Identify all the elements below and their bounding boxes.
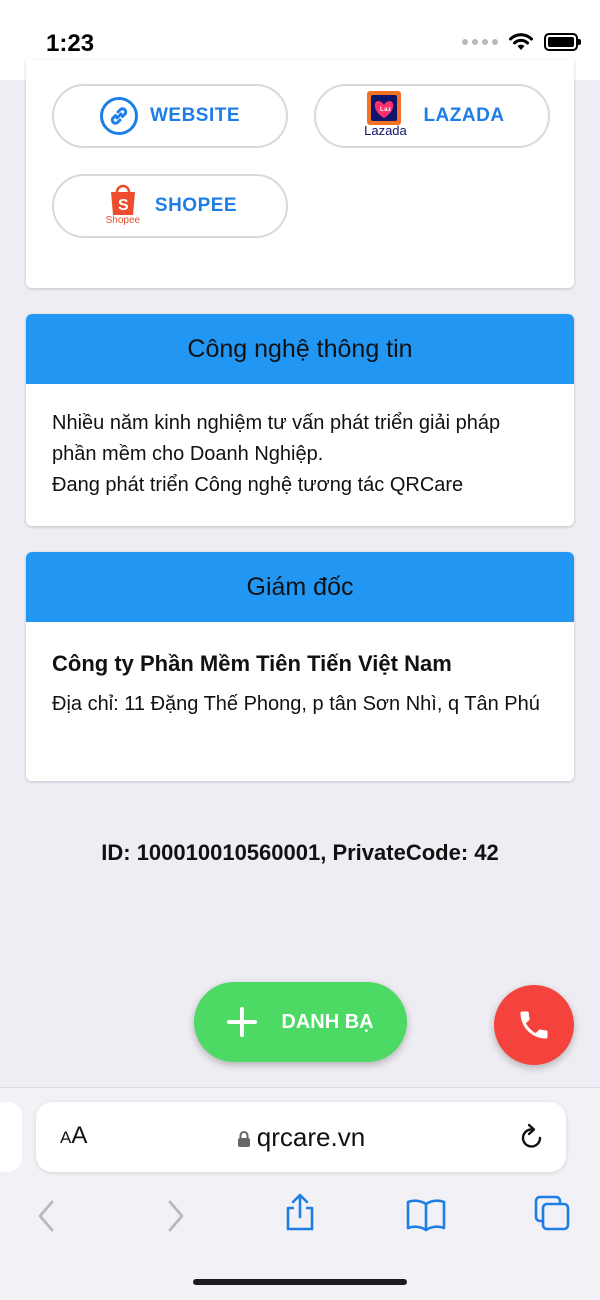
it-card: Công nghệ thông tin Nhiều năm kinh nghiệ… [26, 314, 574, 526]
browser-toolbar: AA qrcare.vn [0, 1087, 600, 1300]
call-button[interactable] [494, 985, 574, 1065]
it-card-body: Nhiều năm kinh nghiệm tư vấn phát triển … [26, 384, 574, 523]
home-indicator [193, 1279, 407, 1285]
it-card-description: Nhiều năm kinh nghiệm tư vấn phát triển … [52, 412, 501, 496]
lock-icon [237, 1131, 250, 1147]
tabs-icon[interactable] [533, 1194, 571, 1232]
forward-icon[interactable] [166, 1200, 186, 1232]
id-private-code: ID: 100010010560001, PrivateCode: 42 [101, 840, 499, 865]
wifi-icon [509, 33, 533, 50]
url-text: qrcare.vn [256, 1122, 366, 1152]
lazada-logo-icon: Laz Lazada [359, 91, 411, 141]
url-display: qrcare.vn [36, 1122, 566, 1153]
it-card-title: Công nghệ thông tin [26, 314, 574, 384]
links-card: WEBSITE Laz Lazada LAZADA S Shopee SHOPE… [26, 60, 574, 288]
website-button[interactable]: WEBSITE [52, 84, 288, 148]
add-contact-button[interactable]: DANH BẠ [194, 982, 407, 1062]
lazada-brand-text: Lazada [364, 123, 407, 138]
address-bar[interactable]: AA qrcare.vn [36, 1102, 566, 1172]
back-icon[interactable] [36, 1200, 56, 1232]
add-contact-label: DANH BẠ [281, 1010, 374, 1033]
website-label: WEBSITE [149, 105, 241, 126]
status-icons [462, 32, 581, 52]
reload-icon[interactable] [518, 1122, 546, 1152]
share-icon[interactable] [283, 1192, 317, 1232]
director-card-body: Công ty Phần Mềm Tiên Tiến Việt Nam Địa … [26, 622, 574, 742]
shopee-brand-text: Shopee [105, 215, 141, 226]
previous-tab-peek[interactable] [0, 1102, 22, 1172]
plus-icon [227, 1007, 258, 1037]
director-card-title: Giám đốc [26, 552, 574, 622]
svg-text:S: S [118, 197, 129, 214]
lazada-label: LAZADA [423, 105, 505, 126]
company-address: Địa chỉ: 11 Đặng Thế Phong, p tân Sơn Nh… [52, 693, 540, 715]
phone-icon [520, 1011, 548, 1039]
company-name: Công ty Phần Mềm Tiên Tiến Việt Nam [52, 651, 452, 676]
lazada-button[interactable]: Laz Lazada LAZADA [314, 84, 550, 148]
bookmarks-icon[interactable] [405, 1198, 447, 1232]
battery-icon [544, 33, 581, 51]
shopee-button[interactable]: S Shopee SHOPEE [52, 174, 288, 238]
shopee-logo-icon: S Shopee [103, 183, 143, 229]
shopee-label: SHOPEE [154, 195, 238, 216]
svg-text:Laz: Laz [380, 107, 392, 113]
link-icon [99, 97, 138, 135]
director-card: Giám đốc Công ty Phần Mềm Tiên Tiến Việt… [26, 552, 574, 781]
signal-dots-icon [462, 39, 498, 45]
status-time: 1:23 [46, 30, 95, 57]
